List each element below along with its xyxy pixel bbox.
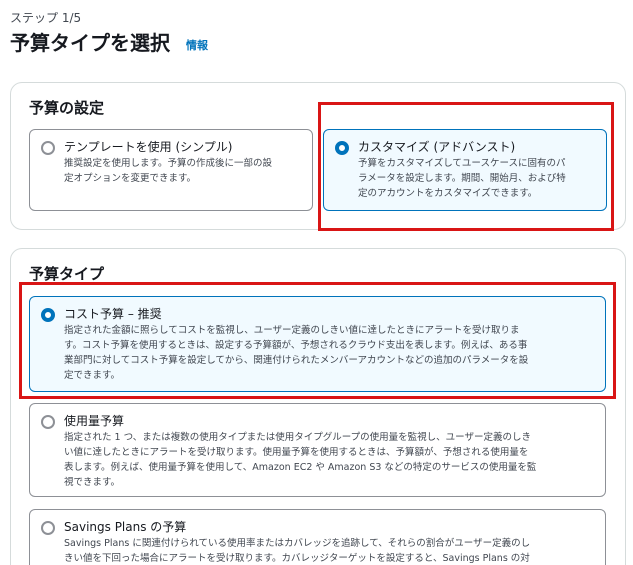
option-usage-budget-description: 指定された 1 つ、または複数の使用タイプまたは使用タイプグループの使用量を監視…: [64, 432, 537, 488]
option-use-template-description: 推奨設定を使用します。予算の作成後に一部の設 定オプションを変更できます。: [64, 158, 273, 184]
option-customize-advanced-description: 予算をカスタマイズしてユースケースに固有のパ ラメータを設定します。期間、開始月…: [358, 158, 566, 199]
budget-types-panel: 予算タイプ コスト予算 – 推奨 指定された金額に照らしてコストを監視し、ユーザ…: [10, 248, 626, 565]
option-customize-advanced[interactable]: カスタマイズ (アドバンスト) 予算をカスタマイズしてユースケースに固有のパ ラ…: [323, 129, 607, 211]
step-indicator: ステップ 1/5: [10, 11, 82, 25]
option-savings-plans-budget[interactable]: Savings Plans の予算 Savings Plans に関連付けられて…: [29, 509, 606, 565]
option-use-template-label: テンプレートを使用 (シンプル): [64, 140, 233, 154]
option-usage-budget-label: 使用量予算: [64, 414, 125, 428]
option-cost-budget-description: 指定された金額に照らしてコストを監視し、ユーザー定義のしきい値に達したときにアラ…: [64, 325, 529, 381]
option-use-template[interactable]: テンプレートを使用 (シンプル) 推奨設定を使用します。予算の作成後に一部の設 …: [29, 129, 313, 211]
option-customize-advanced-label: カスタマイズ (アドバンスト): [358, 140, 516, 154]
radio-savings-plans-budget[interactable]: [41, 521, 55, 535]
budget-settings-title: 予算の設定: [29, 99, 105, 117]
option-cost-budget-label: コスト予算 – 推奨: [64, 307, 162, 321]
option-savings-plans-budget-label: Savings Plans の予算: [64, 520, 187, 534]
option-cost-budget[interactable]: コスト予算 – 推奨 指定された金額に照らしてコストを監視し、ユーザー定義のしき…: [29, 296, 606, 392]
radio-usage-budget[interactable]: [41, 415, 55, 429]
budget-settings-panel: 予算の設定 テンプレートを使用 (シンプル) 推奨設定を使用します。予算の作成後…: [10, 82, 626, 230]
info-link[interactable]: 情報: [186, 37, 208, 53]
radio-customize-advanced[interactable]: [335, 141, 349, 155]
budget-types-title: 予算タイプ: [29, 265, 105, 283]
radio-cost-budget[interactable]: [41, 308, 55, 322]
page-title: 予算タイプを選択: [10, 31, 170, 55]
option-savings-plans-budget-description: Savings Plans に関連付けられている使用率またはカバレッジを追跡して…: [64, 538, 531, 564]
radio-use-template[interactable]: [41, 141, 55, 155]
option-usage-budget[interactable]: 使用量予算 指定された 1 つ、または複数の使用タイプまたは使用タイプグループの…: [29, 403, 606, 497]
